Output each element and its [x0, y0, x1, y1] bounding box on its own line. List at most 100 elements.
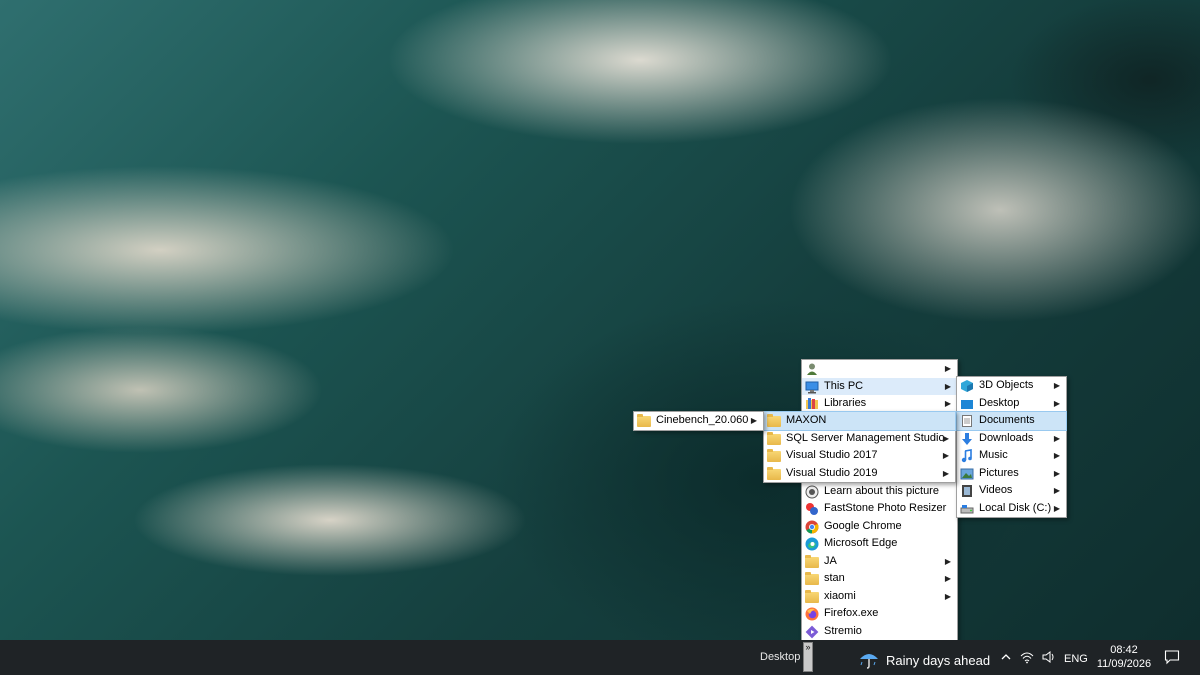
menu-item-microsoft-edge[interactable]: Microsoft Edge [802, 535, 957, 553]
clock[interactable]: 08:42 11/09/2026 [1096, 643, 1152, 671]
menu-item-pictures[interactable]: Pictures ▶ [957, 465, 1066, 483]
folder-icon [637, 414, 651, 427]
menu-item-faststone[interactable]: FastStone Photo Resizer [802, 500, 957, 518]
menu-item-google-chrome[interactable]: Google Chrome [802, 518, 957, 536]
folder-icon [767, 414, 781, 427]
menu-item-label: This PC [824, 379, 864, 392]
clock-date: 11/09/2026 [1096, 658, 1152, 670]
menu-item-desktop[interactable]: Desktop ▶ [957, 395, 1066, 413]
submenu-arrow-icon: ▶ [944, 574, 951, 583]
menu-item-label: Desktop [979, 396, 1020, 409]
weather-text: Rainy days ahead [886, 653, 991, 668]
submenu-arrow-icon: ▶ [1053, 468, 1060, 478]
menu-item-label: 3D Objects [979, 379, 1034, 391]
submenu-arrow-icon: ▶ [750, 416, 757, 425]
menu-item-downloads[interactable]: Downloads ▶ [957, 430, 1066, 448]
menu-item-label: stan [824, 572, 845, 584]
menu-item-label: Libraries [824, 397, 867, 409]
menu-item-label: Learn about this picture [824, 484, 939, 497]
menu-item-cinebench[interactable]: Cinebench_20.060 ▶ [634, 412, 763, 430]
folder-icon [805, 589, 819, 603]
menu-item-user[interactable]: ▶ [802, 360, 957, 378]
submenu-arrow-icon: ▶ [1053, 381, 1060, 390]
menu-item-3d-objects[interactable]: 3D Objects ▶ [957, 377, 1066, 395]
menu-item-xiaomi[interactable]: xiaomi ▶ [802, 588, 957, 606]
menu-item-firefox[interactable]: Firefox.exe [802, 605, 957, 623]
documents-submenu: MAXON SQL Server Management Studio ▶ Vis… [763, 411, 956, 483]
wifi-icon[interactable] [1020, 650, 1034, 667]
submenu-arrow-icon: ▶ [944, 591, 951, 601]
menu-item-label: Videos [979, 484, 1013, 496]
menu-item-label: Music [979, 449, 1008, 461]
downloads-icon [960, 432, 974, 446]
submenu-arrow-icon: ▶ [942, 433, 949, 443]
system-tray: ENG [1000, 650, 1088, 667]
submenu-arrow-icon: ▶ [944, 399, 951, 408]
menu-item-ja[interactable]: JA ▶ [802, 553, 957, 571]
speaker-icon[interactable] [1042, 650, 1056, 667]
menu-item-documents[interactable]: Documents [956, 411, 1067, 431]
3d-objects-icon [960, 379, 974, 393]
menu-item-libraries[interactable]: Libraries ▶ [802, 395, 957, 413]
submenu-arrow-icon: ▶ [944, 381, 951, 391]
folder-icon [805, 572, 819, 585]
menu-item-label: Pictures [979, 466, 1019, 479]
menu-item-label: JA [824, 554, 837, 567]
menu-item-label: Visual Studio 2019 [786, 466, 878, 479]
menu-item-label: Stremio [824, 624, 862, 637]
submenu-arrow-icon: ▶ [1053, 451, 1060, 460]
umbrella-rain-icon [858, 648, 880, 673]
folder-icon [767, 466, 781, 480]
folder-icon [767, 449, 781, 462]
disk-icon [960, 502, 974, 516]
menu-item-stremio[interactable]: Stremio [802, 623, 957, 641]
menu-item-maxon[interactable]: MAXON [763, 411, 956, 431]
menu-item-local-disk[interactable]: Local Disk (C:) ▶ [957, 500, 1066, 518]
menu-item-label: Firefox.exe [824, 607, 879, 619]
submenu-arrow-icon: ▶ [1053, 398, 1060, 408]
menu-item-learn-about-picture[interactable]: Learn about this picture [802, 483, 957, 501]
notification-icon[interactable] [1164, 649, 1180, 668]
libraries-icon [805, 397, 819, 411]
taskbar: Desktop » Rainy days ahead ENG 08:42 11/… [0, 640, 1200, 675]
documents-icon [960, 414, 974, 428]
menu-item-label: Cinebench_20.060 [656, 414, 749, 426]
desktop-toolbar-label[interactable]: Desktop [760, 651, 800, 663]
desktop-toolbar-menu: ▶ This PC ▶ Libraries ▶ Learn about this… [801, 359, 958, 641]
menu-item-label: Microsoft Edge [824, 537, 898, 549]
menu-item-label: xiaomi [824, 589, 856, 602]
menu-item-this-pc[interactable]: This PC ▶ [802, 377, 957, 395]
menu-item-music[interactable]: Music ▶ [957, 447, 1066, 465]
menu-item-visual-studio-2019[interactable]: Visual Studio 2019 ▶ [764, 465, 955, 483]
menu-item-visual-studio-2017[interactable]: Visual Studio 2017 ▶ [764, 447, 955, 465]
clock-time: 08:42 [1110, 644, 1138, 656]
menu-item-label: Google Chrome [824, 519, 902, 532]
menu-item-label: Visual Studio 2017 [786, 449, 878, 461]
submenu-arrow-icon: ▶ [1053, 433, 1060, 443]
menu-item-videos[interactable]: Videos ▶ [957, 482, 1066, 500]
faststone-icon [805, 502, 819, 516]
submenu-arrow-icon: ▶ [942, 451, 949, 460]
menu-item-label: FastStone Photo Resizer [824, 502, 947, 514]
submenu-arrow-icon: ▶ [944, 364, 951, 373]
videos-icon [960, 484, 974, 498]
language-indicator[interactable]: ENG [1064, 653, 1088, 665]
desktop-toolbar-expand-button[interactable]: » [803, 642, 813, 672]
menu-item-label: Downloads [979, 431, 1034, 444]
weather-widget[interactable]: Rainy days ahead [858, 648, 990, 673]
menu-item-stan[interactable]: stan ▶ [802, 570, 957, 588]
this-pc-submenu: 3D Objects ▶ Desktop ▶ Documents Downloa… [956, 376, 1067, 518]
folder-icon [805, 554, 819, 568]
camera-icon [805, 485, 819, 499]
chevron-up-icon[interactable] [1000, 651, 1012, 666]
firefox-icon [805, 607, 819, 621]
pictures-icon [960, 467, 974, 481]
submenu-arrow-icon: ▶ [1053, 503, 1060, 513]
music-icon [960, 449, 974, 463]
menu-item-sql-server[interactable]: SQL Server Management Studio ▶ [764, 430, 955, 448]
menu-item-label: MAXON [786, 414, 827, 426]
user-icon [805, 362, 819, 376]
submenu-arrow-icon: ▶ [944, 556, 951, 566]
desktop-wallpaper [0, 0, 1200, 640]
menu-item-label: Local Disk (C:) [979, 501, 1052, 514]
